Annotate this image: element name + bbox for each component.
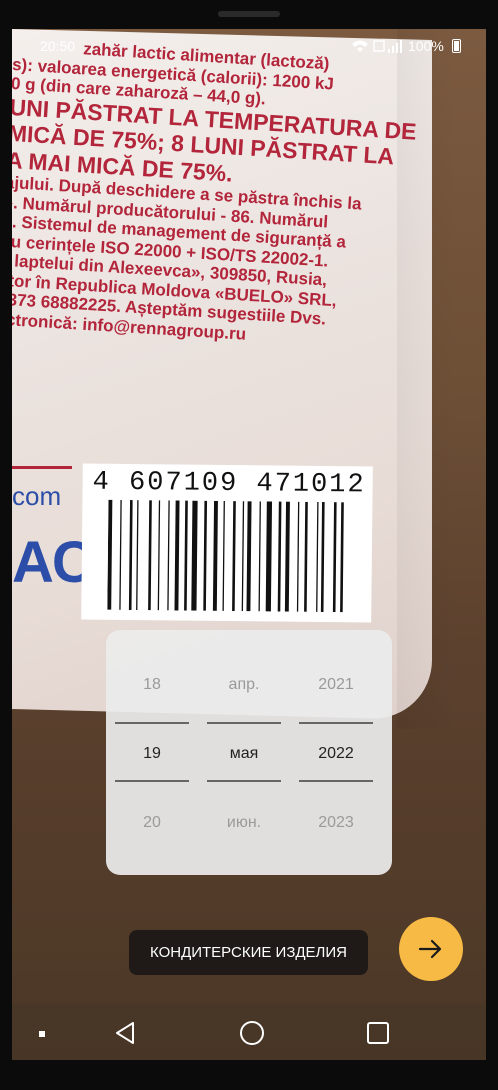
status-time: 20:50 [40,38,76,54]
recent-apps-icon[interactable] [367,1022,389,1044]
label-domain-text: com [12,481,62,511]
speaker-notch [218,11,280,17]
category-chip-label: КОНДИТЕРСКИЕ ИЗДЕЛИЯ [150,944,347,961]
arrow-right-icon [418,939,442,959]
package-label-text: zahăr lactic alimentar (lactoză) s): val… [12,35,433,354]
battery-percent: 100% [408,38,444,54]
label-logo-text: AC [12,530,94,595]
month-divider-bottom [207,780,281,782]
barcode-number: 4 607109 471012 [92,467,366,501]
month-divider-top [207,722,281,724]
date-picker[interactable]: 18 19 20 апр. мая июн. 2021 2022 2023 [106,630,392,875]
day-prev[interactable]: 18 [115,676,189,694]
year-selected[interactable]: 2022 [299,745,373,763]
next-button[interactable] [399,917,463,981]
barcode: 4 607109 471012 [81,463,373,623]
camera-screen: zahăr lactic alimentar (lactoză) s): val… [12,29,486,1060]
month-wheel[interactable]: апр. мая июн. [207,630,281,875]
year-divider-top [299,722,373,724]
status-bar: 20:50 100% [12,29,486,61]
day-selected[interactable]: 19 [115,745,189,763]
navigation-bar [12,1004,486,1060]
barcode-bars [107,499,344,613]
year-wheel[interactable]: 2021 2022 2023 [299,630,373,875]
battery-icon [452,39,461,53]
label-divider [12,466,72,469]
nav-dot-icon[interactable] [39,1031,45,1037]
year-prev[interactable]: 2021 [299,676,373,694]
phone-frame: zahăr lactic alimentar (lactoză) s): val… [0,0,498,1090]
month-next[interactable]: июн. [207,814,281,832]
signal-wifi-icon [352,40,402,53]
year-divider-bottom [299,780,373,782]
back-icon[interactable] [114,1021,136,1045]
day-divider-top [115,722,189,724]
month-prev[interactable]: апр. [207,676,281,694]
day-divider-bottom [115,780,189,782]
home-icon[interactable] [240,1021,264,1045]
day-wheel[interactable]: 18 19 20 [115,630,189,875]
day-next[interactable]: 20 [115,814,189,832]
category-chip[interactable]: КОНДИТЕРСКИЕ ИЗДЕЛИЯ [129,930,368,975]
month-selected[interactable]: мая [207,745,281,763]
year-next[interactable]: 2023 [299,814,373,832]
